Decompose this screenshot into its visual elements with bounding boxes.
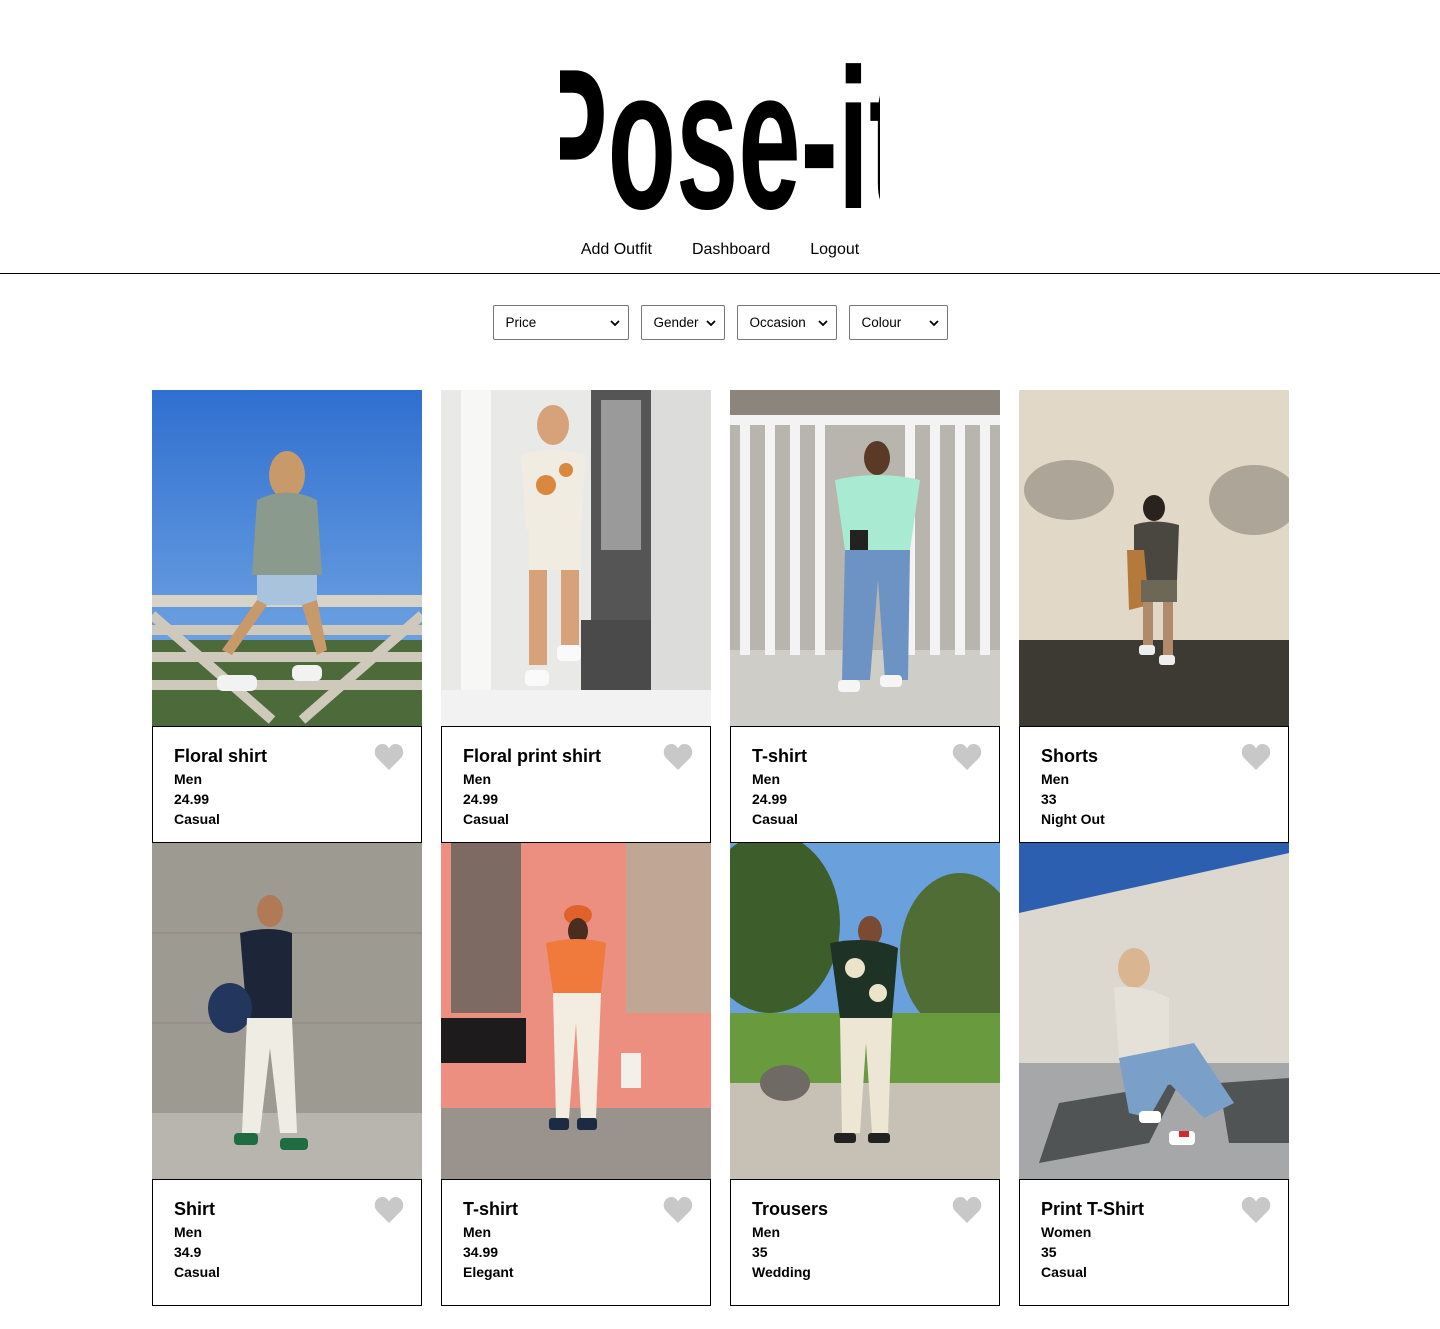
outfit-card[interactable]: Shirt Men 34.9 Casual bbox=[152, 843, 422, 1306]
outfit-info: T-shirt Men 34.99 Elegant bbox=[441, 1179, 711, 1306]
gender-filter-select[interactable]: Gender bbox=[640, 305, 725, 340]
outfit-occasion: Casual bbox=[174, 811, 220, 827]
outfit-price: 34.9 bbox=[174, 1244, 202, 1260]
outfit-card[interactable]: Floral print shirt Men 24.99 Casual bbox=[441, 390, 711, 843]
outfit-photo[interactable] bbox=[1019, 390, 1289, 726]
nav-add-outfit[interactable]: Add Outfit bbox=[581, 238, 652, 262]
outfit-card[interactable]: T-shirt Men 34.99 Elegant bbox=[441, 843, 711, 1306]
heart-icon[interactable] bbox=[374, 1196, 404, 1224]
chevron-down-icon bbox=[705, 320, 716, 327]
outfit-info: Shorts Men 33 Night Out bbox=[1019, 726, 1289, 843]
outfit-card[interactable]: Floral shirt Men 24.99 Casual bbox=[152, 390, 422, 843]
header: Pose-it bbox=[0, 0, 1440, 222]
outfit-photo[interactable] bbox=[441, 390, 711, 726]
outfit-photo[interactable] bbox=[152, 843, 422, 1179]
outfit-occasion: Elegant bbox=[463, 1264, 514, 1280]
outfit-gender: Women bbox=[1041, 1224, 1092, 1240]
outfit-price: 33 bbox=[1041, 791, 1057, 807]
outfit-info: Floral shirt Men 24.99 Casual bbox=[152, 726, 422, 843]
heart-icon[interactable] bbox=[952, 743, 982, 771]
outfit-price: 35 bbox=[752, 1244, 768, 1260]
outfit-occasion: Casual bbox=[752, 811, 798, 827]
outfit-occasion: Casual bbox=[1041, 1264, 1087, 1280]
colour-filter-select[interactable]: Colour bbox=[848, 305, 948, 340]
heart-icon[interactable] bbox=[1241, 743, 1271, 771]
outfit-info: T-shirt Men 24.99 Casual bbox=[730, 726, 1000, 843]
heart-icon[interactable] bbox=[374, 743, 404, 771]
outfit-photo[interactable] bbox=[730, 390, 1000, 726]
outfit-occasion: Night Out bbox=[1041, 811, 1105, 827]
heart-icon[interactable] bbox=[952, 1196, 982, 1224]
outfit-info: Floral print shirt Men 24.99 Casual bbox=[441, 726, 711, 843]
heart-icon[interactable] bbox=[663, 1196, 693, 1224]
outfit-info: Trousers Men 35 Wedding bbox=[730, 1179, 1000, 1306]
outfit-card[interactable]: Shorts Men 33 Night Out bbox=[1019, 390, 1289, 843]
main-nav: Add Outfit Dashboard Logout bbox=[0, 238, 1440, 262]
colour-filter-label: Colour bbox=[861, 315, 902, 330]
outfit-photo[interactable] bbox=[441, 843, 711, 1179]
chevron-down-icon bbox=[928, 320, 939, 327]
price-filter-select[interactable]: Price bbox=[492, 305, 629, 340]
outfit-photo[interactable] bbox=[152, 390, 422, 726]
outfit-photo[interactable] bbox=[1019, 843, 1289, 1179]
outfit-gender: Men bbox=[174, 771, 202, 787]
outfit-grid: Floral shirt Men 24.99 Casual Floral pri… bbox=[152, 390, 1289, 1306]
outfit-price: 24.99 bbox=[174, 791, 210, 807]
page: Pose-it Add Outfit Dashboard Logout Pric… bbox=[0, 0, 1440, 1329]
outfit-gender: Men bbox=[463, 1224, 491, 1240]
outfit-photo[interactable] bbox=[730, 843, 1000, 1179]
outfit-gender: Men bbox=[1041, 771, 1069, 787]
outfit-price: 24.99 bbox=[752, 791, 788, 807]
occasion-filter-select[interactable]: Occasion bbox=[736, 305, 837, 340]
chevron-down-icon bbox=[817, 320, 828, 327]
header-divider bbox=[0, 273, 1440, 274]
heart-icon[interactable] bbox=[663, 743, 693, 771]
outfit-card[interactable]: T-shirt Men 24.99 Casual bbox=[730, 390, 1000, 843]
outfit-gender: Men bbox=[752, 771, 780, 787]
outfit-price: 34.99 bbox=[463, 1244, 499, 1260]
outfit-price: 24.99 bbox=[463, 791, 499, 807]
outfit-occasion: Wedding bbox=[752, 1264, 811, 1280]
nav-logout[interactable]: Logout bbox=[810, 238, 859, 262]
outfit-card[interactable]: Trousers Men 35 Wedding bbox=[730, 843, 1000, 1306]
nav-dashboard[interactable]: Dashboard bbox=[692, 238, 770, 262]
brand-logo[interactable]: Pose-it bbox=[560, 28, 880, 218]
outfit-info: Print T-Shirt Women 35 Casual bbox=[1019, 1179, 1289, 1306]
gender-filter-label: Gender bbox=[653, 315, 699, 330]
outfit-gender: Men bbox=[174, 1224, 202, 1240]
svg-text:Pose-it: Pose-it bbox=[560, 28, 880, 218]
outfit-occasion: Casual bbox=[463, 811, 509, 827]
outfit-occasion: Casual bbox=[174, 1264, 220, 1280]
occasion-filter-label: Occasion bbox=[749, 315, 806, 330]
price-filter-label: Price bbox=[505, 315, 537, 330]
chevron-down-icon bbox=[609, 320, 620, 327]
outfit-gender: Men bbox=[752, 1224, 780, 1240]
outfit-price: 35 bbox=[1041, 1244, 1057, 1260]
outfit-card[interactable]: Print T-Shirt Women 35 Casual bbox=[1019, 843, 1289, 1306]
heart-icon[interactable] bbox=[1241, 1196, 1271, 1224]
outfit-info: Shirt Men 34.9 Casual bbox=[152, 1179, 422, 1306]
filter-bar: Price Gender Occasion Colour bbox=[0, 305, 1440, 340]
outfit-gender: Men bbox=[463, 771, 491, 787]
